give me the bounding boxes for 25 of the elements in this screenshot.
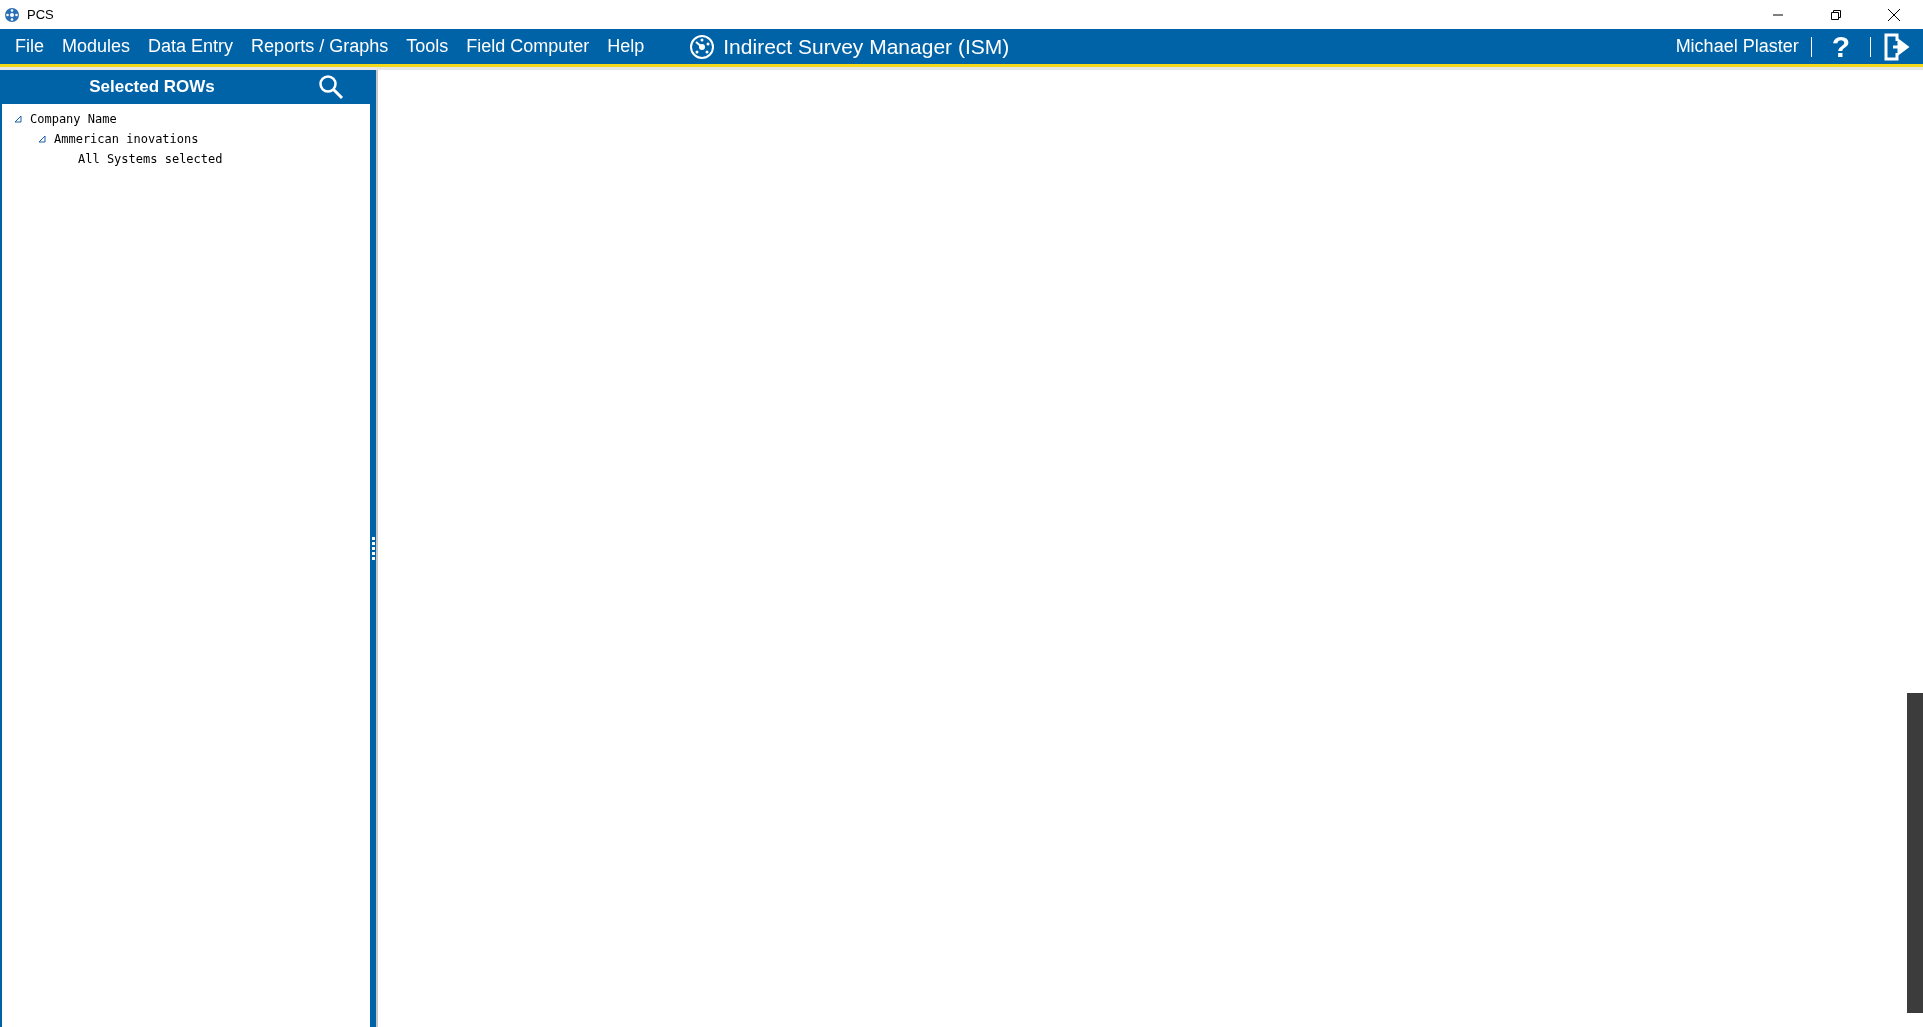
user-name[interactable]: Michael Plaster — [1675, 33, 1799, 60]
tree-item[interactable]: Company Name — [30, 110, 117, 128]
menu-item[interactable]: Reports / Graphs — [242, 33, 398, 60]
menu-item[interactable]: Field Computer — [457, 33, 599, 60]
window-title: PCS — [27, 5, 54, 24]
tree-item[interactable]: Ammerican inovations — [54, 130, 199, 148]
expanded-icon[interactable] — [38, 135, 46, 143]
menu-item[interactable]: File — [6, 33, 53, 60]
search-button[interactable] — [318, 74, 344, 100]
tree-item[interactable]: All Systems selected — [78, 150, 223, 168]
menu-item[interactable]: Data Entry — [139, 33, 243, 60]
app-title: Indirect Survey Manager (ISM) — [723, 33, 1010, 60]
menu-item[interactable]: Tools — [397, 33, 458, 60]
logout-button[interactable] — [1883, 31, 1911, 62]
expanded-icon[interactable] — [14, 115, 22, 123]
close-icon[interactable] — [1888, 8, 1900, 21]
app-logo-icon — [689, 33, 716, 60]
sidebar-title: Selected ROWs — [88, 76, 216, 99]
restore-icon[interactable] — [1831, 9, 1841, 20]
splitter-handle[interactable] — [370, 70, 378, 1027]
help-button[interactable]: ? — [1823, 31, 1858, 62]
menu-item[interactable]: Help — [598, 33, 654, 60]
scrollbar-thumb[interactable] — [1907, 693, 1923, 1013]
menu-item[interactable]: Modules — [53, 33, 140, 60]
app-icon — [4, 6, 20, 23]
